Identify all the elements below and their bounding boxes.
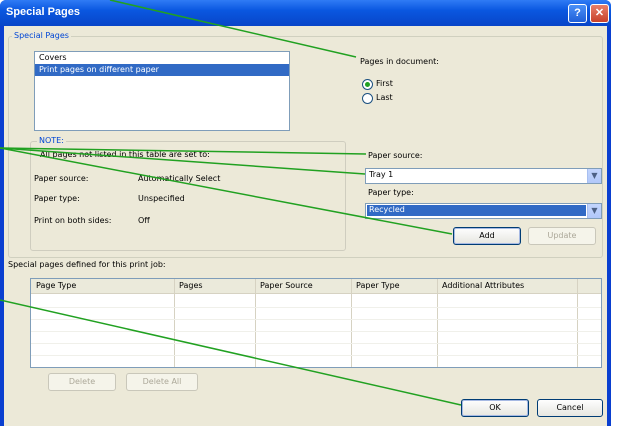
chevron-down-icon[interactable]: ▼ — [587, 169, 601, 183]
col-page-type[interactable]: Page Type — [36, 281, 76, 290]
note-duplex-label: Print on both sides: — [34, 216, 112, 225]
list-item-different-paper[interactable]: Print pages on different paper — [35, 64, 289, 76]
radio-last-label: Last — [376, 93, 393, 102]
table-caption: Special pages defined for this print job… — [8, 260, 166, 269]
radio-first[interactable] — [362, 79, 373, 90]
special-pages-legend: Special Pages — [12, 31, 71, 40]
note-duplex-value: Off — [138, 216, 150, 225]
paper-type-dropdown[interactable]: Recycled ▼ — [365, 203, 602, 219]
column-divider — [174, 279, 175, 367]
column-divider — [437, 279, 438, 367]
title-bar: Special Pages ? ✕ — [0, 0, 611, 26]
close-icon[interactable]: ✕ — [590, 4, 609, 23]
note-legend: NOTE: — [37, 136, 66, 145]
radio-first-label: First — [376, 79, 393, 88]
note-paper-source-value: Automatically Select — [138, 174, 221, 183]
dialog-body: Special Pages Covers Print pages on diff… — [4, 26, 607, 426]
note-paper-type-label: Paper type: — [34, 194, 80, 203]
table-row — [31, 355, 601, 356]
ok-button[interactable]: OK — [461, 399, 529, 417]
dialog-window: Special Pages ? ✕ Special Pages Covers P… — [0, 0, 611, 426]
paper-type-value: Recycled — [367, 205, 586, 216]
chevron-down-icon[interactable]: ▼ — [587, 204, 601, 218]
col-paper-type[interactable]: Paper Type — [356, 281, 400, 290]
cancel-button[interactable]: Cancel — [537, 399, 603, 417]
list-item-covers[interactable]: Covers — [35, 52, 289, 64]
table-header: Page Type Pages Paper Source Paper Type … — [31, 279, 601, 294]
table-row — [31, 331, 601, 332]
col-additional-attributes[interactable]: Additional Attributes — [442, 281, 524, 290]
table-row — [31, 319, 601, 320]
note-paper-source-label: Paper source: — [34, 174, 89, 183]
special-pages-table[interactable]: Page Type Pages Paper Source Paper Type … — [30, 278, 602, 368]
column-divider — [255, 279, 256, 367]
col-paper-source[interactable]: Paper Source — [260, 281, 313, 290]
update-button[interactable]: Update — [528, 227, 596, 245]
window-title: Special Pages — [6, 6, 80, 18]
paper-source-dropdown[interactable]: Tray 1 ▼ — [365, 168, 602, 184]
add-button[interactable]: Add — [453, 227, 521, 245]
column-divider — [577, 279, 578, 367]
special-pages-list[interactable]: Covers Print pages on different paper — [34, 51, 290, 131]
paper-source-value: Tray 1 — [369, 170, 394, 179]
pages-in-document-label: Pages in document: — [360, 57, 439, 66]
delete-all-button[interactable]: Delete All — [126, 373, 198, 391]
col-pages[interactable]: Pages — [179, 281, 203, 290]
note-paper-type-value: Unspecified — [138, 194, 185, 203]
column-divider — [351, 279, 352, 367]
table-row — [31, 343, 601, 344]
paper-source-label: Paper source: — [368, 151, 423, 160]
help-icon[interactable]: ? — [568, 4, 587, 23]
table-row — [31, 307, 601, 308]
radio-last[interactable] — [362, 93, 373, 104]
delete-button[interactable]: Delete — [48, 373, 116, 391]
note-text: All pages not listed in this table are s… — [40, 150, 210, 159]
paper-type-label: Paper type: — [368, 188, 414, 197]
